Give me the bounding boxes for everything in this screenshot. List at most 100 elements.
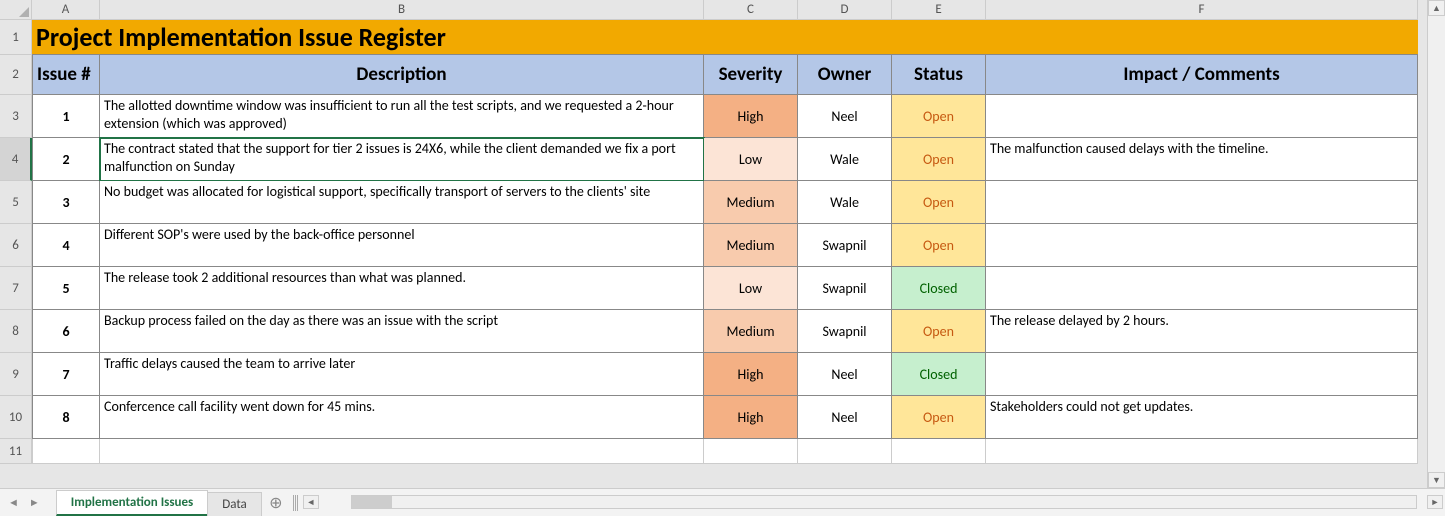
vertical-scrollbar[interactable]: ▲ ▼ (1427, 0, 1445, 488)
table-row: 2The contract stated that the support fo… (32, 138, 1418, 181)
table-header-severity[interactable]: Severity (704, 55, 798, 95)
cell-description[interactable]: The contract stated that the support for… (100, 138, 704, 181)
cell-impact[interactable] (986, 95, 1418, 138)
cell-description[interactable]: Traffic delays caused the team to arrive… (100, 353, 704, 396)
column-header-F[interactable]: F (986, 0, 1418, 20)
tab-nav-buttons[interactable]: ◄ ► (0, 489, 48, 516)
row-header-4[interactable]: 4 (0, 138, 32, 181)
cell-issue[interactable]: 7 (32, 353, 100, 396)
tab-split-handle[interactable] (293, 495, 299, 511)
cell-issue[interactable]: 1 (32, 95, 100, 138)
horizontal-scrollbar[interactable] (351, 495, 1417, 509)
table-header-impact[interactable]: Impact / Comments (986, 55, 1418, 95)
empty-cell[interactable] (986, 439, 1418, 464)
scroll-right-arrow-icon[interactable]: ► (1427, 495, 1443, 509)
cell-owner[interactable]: Neel (798, 396, 892, 439)
cell-issue[interactable]: 3 (32, 181, 100, 224)
column-header-B[interactable]: B (100, 0, 704, 20)
sheet-tab[interactable]: Data (207, 492, 262, 516)
cell-description[interactable]: The release took 2 additional resources … (100, 267, 704, 310)
cell-owner[interactable]: Neel (798, 95, 892, 138)
table-row: 4Different SOP's were used by the back-o… (32, 224, 1418, 267)
cell-severity[interactable]: Medium (704, 181, 798, 224)
cell-impact[interactable] (986, 224, 1418, 267)
empty-cell[interactable] (798, 439, 892, 464)
cell-impact[interactable]: Stakeholders could not get updates. (986, 396, 1418, 439)
scroll-up-arrow-icon[interactable]: ▲ (1428, 0, 1445, 16)
cell-severity[interactable]: Low (704, 267, 798, 310)
cell-severity[interactable]: Medium (704, 224, 798, 267)
column-header-A[interactable]: A (32, 0, 100, 20)
cell-issue[interactable]: 5 (32, 267, 100, 310)
column-header-E[interactable]: E (892, 0, 986, 20)
cell-description[interactable]: Confercence call facility went down for … (100, 396, 704, 439)
cell-status[interactable]: Open (892, 138, 986, 181)
cell-severity[interactable]: High (704, 353, 798, 396)
cell-impact[interactable] (986, 353, 1418, 396)
cell-issue[interactable]: 4 (32, 224, 100, 267)
cell-status[interactable]: Open (892, 310, 986, 353)
cell-impact[interactable] (986, 267, 1418, 310)
tab-next-icon[interactable]: ► (29, 496, 40, 509)
cell-severity[interactable]: High (704, 396, 798, 439)
page-title[interactable]: Project Implementation Issue Register (32, 20, 1418, 55)
select-all-corner[interactable] (0, 0, 32, 20)
table-row: 5The release took 2 additional resources… (32, 267, 1418, 310)
add-sheet-button[interactable]: ⊕ (261, 489, 291, 516)
empty-cell[interactable] (704, 439, 798, 464)
empty-cell[interactable] (100, 439, 704, 464)
cell-owner[interactable]: Wale (798, 181, 892, 224)
row-header-10[interactable]: 10 (0, 396, 32, 439)
cell-description[interactable]: Different SOP's were used by the back-of… (100, 224, 704, 267)
cell-status[interactable]: Open (892, 95, 986, 138)
table-header-issue[interactable]: Issue # (32, 55, 100, 95)
cell-owner[interactable]: Swapnil (798, 267, 892, 310)
row-header-8[interactable]: 8 (0, 310, 32, 353)
scroll-down-arrow-icon[interactable]: ▼ (1428, 472, 1445, 488)
row-header-7[interactable]: 7 (0, 267, 32, 310)
table-row: 3No budget was allocated for logistical … (32, 181, 1418, 224)
column-header-D[interactable]: D (798, 0, 892, 20)
row-header-2[interactable]: 2 (0, 55, 32, 95)
cell-status[interactable]: Open (892, 181, 986, 224)
hscroll-thumb[interactable] (352, 496, 392, 508)
scroll-left-arrow-icon[interactable]: ◄ (303, 495, 319, 509)
cell-status[interactable]: Open (892, 224, 986, 267)
cell-owner[interactable]: Wale (798, 138, 892, 181)
cell-owner[interactable]: Neel (798, 353, 892, 396)
cell-issue[interactable]: 6 (32, 310, 100, 353)
empty-cell[interactable] (892, 439, 986, 464)
table-header-owner[interactable]: Owner (798, 55, 892, 95)
tab-prev-icon[interactable]: ◄ (8, 496, 19, 509)
column-header-C[interactable]: C (704, 0, 798, 20)
sheet-tab[interactable]: Implementation Issues (56, 490, 208, 516)
row-header-1[interactable]: 1 (0, 20, 32, 55)
row-header-5[interactable]: 5 (0, 181, 32, 224)
cell-severity[interactable]: Low (704, 138, 798, 181)
table-header-description[interactable]: Description (100, 55, 704, 95)
plus-icon: ⊕ (269, 493, 282, 513)
cell-description[interactable]: The allotted downtime window was insuffi… (100, 95, 704, 138)
empty-cell[interactable] (32, 439, 100, 464)
cell-severity[interactable]: High (704, 95, 798, 138)
cell-issue[interactable]: 8 (32, 396, 100, 439)
row-header-9[interactable]: 9 (0, 353, 32, 396)
cell-impact[interactable]: The release delayed by 2 hours. (986, 310, 1418, 353)
cell-status[interactable]: Closed (892, 267, 986, 310)
sheet-tab-bar: ◄ ► Implementation IssuesData ⊕ ◄ ► (0, 488, 1445, 516)
cell-description[interactable]: Backup process failed on the day as ther… (100, 310, 704, 353)
row-header-11[interactable]: 11 (0, 439, 32, 464)
cell-impact[interactable]: The malfunction caused delays with the t… (986, 138, 1418, 181)
cell-owner[interactable]: Swapnil (798, 310, 892, 353)
row-header-3[interactable]: 3 (0, 95, 32, 138)
cell-owner[interactable]: Swapnil (798, 224, 892, 267)
row-header-6[interactable]: 6 (0, 224, 32, 267)
cell-severity[interactable]: Medium (704, 310, 798, 353)
cell-impact[interactable] (986, 181, 1418, 224)
cell-description[interactable]: No budget was allocated for logistical s… (100, 181, 704, 224)
table-header-status[interactable]: Status (892, 55, 986, 95)
cell-issue[interactable]: 2 (32, 138, 100, 181)
cell-status[interactable]: Open (892, 396, 986, 439)
vscroll-track[interactable] (1428, 16, 1445, 472)
cell-status[interactable]: Closed (892, 353, 986, 396)
